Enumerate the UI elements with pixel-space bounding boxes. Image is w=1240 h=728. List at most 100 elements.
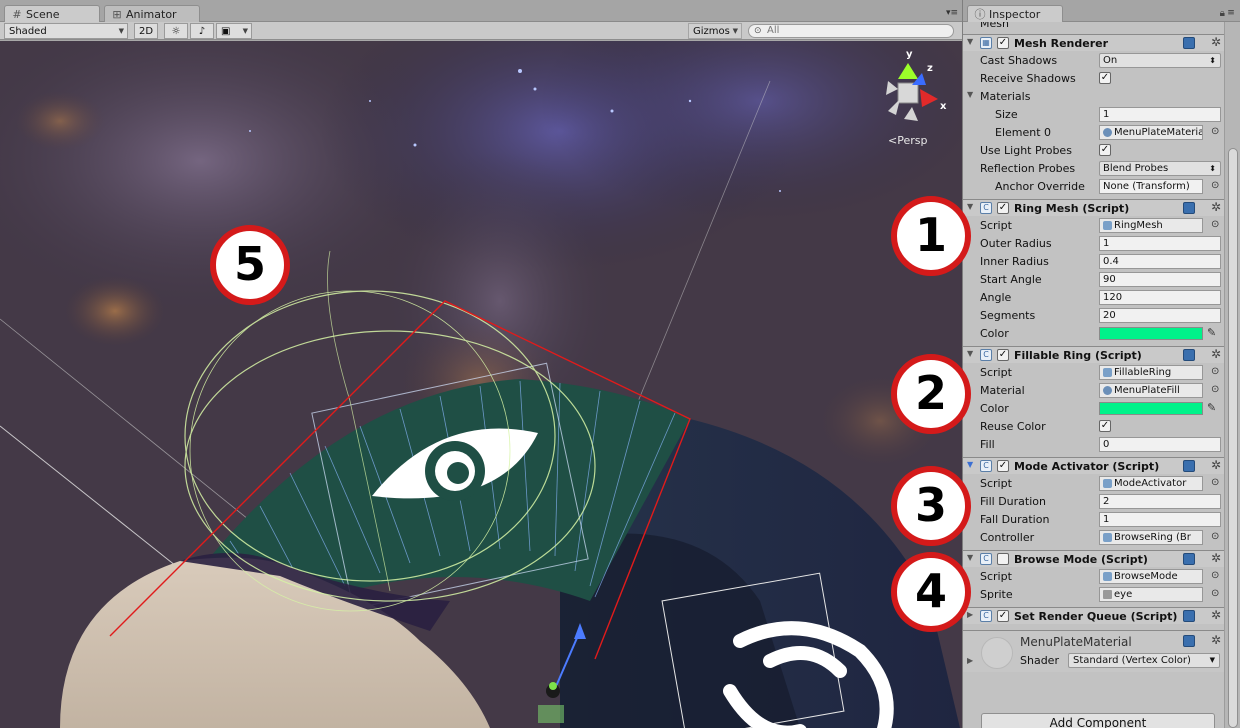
material-icon	[1103, 128, 1112, 137]
2d-toggle-button[interactable]: 2D	[134, 23, 158, 39]
help-book-icon[interactable]	[1183, 349, 1195, 361]
set-render-queue-enabled-checkbox[interactable]: ✓	[997, 610, 1009, 622]
object-picker-icon[interactable]: ⊙	[1211, 570, 1219, 581]
add-component-button[interactable]: Add Component	[981, 713, 1215, 728]
gear-icon[interactable]: ✲	[1211, 551, 1221, 565]
start-angle-field[interactable]: 90	[1099, 272, 1221, 287]
fillable-ring-header[interactable]: ▼ C ✓ Fillable Ring (Script) ✲	[963, 346, 1225, 363]
ring-color-swatch[interactable]	[1099, 327, 1203, 340]
mesh-renderer-header[interactable]: ▼ ▦ ✓ Mesh Renderer ✲	[963, 34, 1225, 51]
axis-z-label: z	[927, 63, 933, 74]
foldout-open-icon[interactable]: ▼	[967, 202, 973, 211]
projection-toggle[interactable]: <Persp	[888, 134, 927, 147]
set-render-queue-header[interactable]: ▶ C ✓ Set Render Queue (Script) ✲	[963, 607, 1225, 624]
gear-icon[interactable]: ✲	[1211, 200, 1221, 214]
help-book-icon[interactable]	[1183, 460, 1195, 472]
help-book-icon[interactable]	[1183, 635, 1195, 647]
foldout-open-icon[interactable]: ▼	[967, 90, 973, 99]
element0-field[interactable]: MenuPlateMaterial	[1099, 125, 1203, 140]
foldout-closed-icon[interactable]: ▶	[967, 610, 973, 619]
object-picker-icon[interactable]: ⊙	[1211, 180, 1219, 191]
materials-row[interactable]: ▼ Materials	[963, 87, 1225, 105]
sprite-field[interactable]: eye	[1099, 587, 1203, 602]
shading-mode-dropdown[interactable]: Shaded ▼	[4, 23, 128, 39]
foldout-open-icon[interactable]: ▼	[967, 37, 973, 46]
object-picker-icon[interactable]: ⊙	[1211, 384, 1219, 395]
animator-icon: ⊞	[112, 8, 122, 21]
material-name: MenuPlateMaterial	[1020, 635, 1132, 649]
receive-shadows-checkbox[interactable]: ✓	[1099, 72, 1111, 84]
scene-viewport[interactable]: y z x <Persp 5	[0, 41, 962, 728]
segments-field[interactable]: 20	[1099, 308, 1221, 323]
mesh-renderer-enabled-checkbox[interactable]: ✓	[997, 37, 1009, 49]
object-picker-icon[interactable]: ⊙	[1211, 126, 1219, 137]
gear-icon[interactable]: ✲	[1211, 35, 1221, 49]
mode-activator-header[interactable]: ▼ C ✓ Mode Activator (Script) ✲	[963, 457, 1225, 474]
fill-field[interactable]: 0	[1099, 437, 1221, 452]
tab-animator[interactable]: ⊞ Animator	[104, 5, 200, 22]
help-book-icon[interactable]	[1183, 37, 1195, 49]
eyedropper-icon[interactable]: ✎	[1207, 401, 1216, 414]
gear-icon[interactable]: ✲	[1211, 347, 1221, 361]
fill-duration-field[interactable]: 2	[1099, 494, 1221, 509]
angle-field[interactable]: 120	[1099, 290, 1221, 305]
controller-field[interactable]: BrowseRing (Br	[1099, 530, 1203, 545]
effects-dropdown[interactable]: ▣ ▼	[216, 23, 252, 39]
fillable-script-field[interactable]: FillableRing	[1099, 365, 1203, 380]
object-picker-icon[interactable]: ⊙	[1211, 588, 1219, 599]
fillable-color-swatch[interactable]	[1099, 402, 1203, 415]
ring-script-field[interactable]: RingMesh	[1099, 218, 1203, 233]
foldout-open-icon[interactable]: ▼	[967, 553, 973, 562]
light-probes-row: Use Light Probes ✓	[980, 144, 1111, 157]
foldout-open-icon[interactable]: ▼	[967, 460, 973, 469]
ring-mesh-enabled-checkbox[interactable]: ✓	[997, 202, 1009, 214]
foldout-open-icon[interactable]: ▼	[967, 349, 973, 358]
fillable-color-row: Color ✎	[980, 401, 1217, 415]
tab-scene[interactable]: # Scene	[4, 5, 100, 22]
gear-icon[interactable]: ✲	[1211, 458, 1221, 472]
browse-mode-enabled-checkbox[interactable]	[997, 553, 1009, 565]
object-picker-icon[interactable]: ⊙	[1211, 366, 1219, 377]
scrollbar-thumb[interactable]	[1228, 148, 1238, 728]
reflection-probes-dropdown[interactable]: Blend Probes ⬍	[1099, 161, 1221, 176]
gear-icon[interactable]: ✲	[1211, 608, 1221, 622]
activator-script-field[interactable]: ModeActivator	[1099, 476, 1203, 491]
reuse-color-checkbox[interactable]: ✓	[1099, 420, 1111, 432]
object-picker-icon[interactable]: ⊙	[1211, 531, 1219, 542]
object-picker-icon[interactable]: ⊙	[1211, 219, 1219, 230]
ring-script-row: Script RingMesh ⊙	[980, 218, 1220, 233]
fillable-material-field[interactable]: MenuPlateFill	[1099, 383, 1203, 398]
inner-radius-field[interactable]: 0.4	[1099, 254, 1221, 269]
browse-script-field[interactable]: BrowseMode	[1099, 569, 1203, 584]
tab-menu-icon[interactable]: ≡	[1225, 8, 1237, 18]
lighting-toggle-button[interactable]: ☼	[164, 23, 188, 39]
help-book-icon[interactable]	[1183, 553, 1195, 565]
help-book-icon[interactable]	[1183, 610, 1195, 622]
shader-dropdown[interactable]: Standard (Vertex Color) ▼	[1068, 653, 1220, 668]
fillable-ring-enabled-checkbox[interactable]: ✓	[997, 349, 1009, 361]
gear-icon[interactable]: ✲	[1211, 633, 1221, 647]
cast-shadows-row: Cast Shadows On ⬍	[963, 51, 1225, 69]
anchor-override-field[interactable]: None (Transform)	[1099, 179, 1203, 194]
help-book-icon[interactable]	[1183, 202, 1195, 214]
foldout-closed-icon[interactable]: ▶	[967, 656, 973, 665]
tab-menu-icon[interactable]: ▾≡	[946, 8, 958, 18]
gizmos-dropdown[interactable]: Gizmos ▼	[688, 23, 742, 39]
scene-search-input[interactable]: ⊙ All	[748, 24, 954, 38]
light-probes-checkbox[interactable]: ✓	[1099, 144, 1111, 156]
mode-activator-enabled-checkbox[interactable]: ✓	[997, 460, 1009, 472]
outer-radius-field[interactable]: 1	[1099, 236, 1221, 251]
audio-toggle-button[interactable]: ♪	[190, 23, 214, 39]
fall-duration-field[interactable]: 1	[1099, 512, 1221, 527]
object-picker-icon[interactable]: ⊙	[1211, 477, 1219, 488]
inspector-scrollbar[interactable]	[1224, 22, 1240, 728]
browse-mode-header[interactable]: ▼ C Browse Mode (Script) ✲	[963, 550, 1225, 567]
tab-inspector[interactable]: ⓘ Inspector	[967, 5, 1063, 22]
cast-shadows-dropdown[interactable]: On ⬍	[1099, 53, 1221, 68]
eyedropper-icon[interactable]: ✎	[1207, 326, 1216, 339]
scene-toolbar: Shaded ▼ 2D ☼ ♪ ▣ ▼ Gizmos ▼ ⊙ All	[0, 22, 962, 40]
ring-mesh-header[interactable]: ▼ C ✓ Ring Mesh (Script) ✲	[963, 199, 1225, 216]
size-field[interactable]: 1	[1099, 107, 1221, 122]
scene-render	[0, 41, 962, 728]
callout-2: 2	[891, 354, 971, 434]
